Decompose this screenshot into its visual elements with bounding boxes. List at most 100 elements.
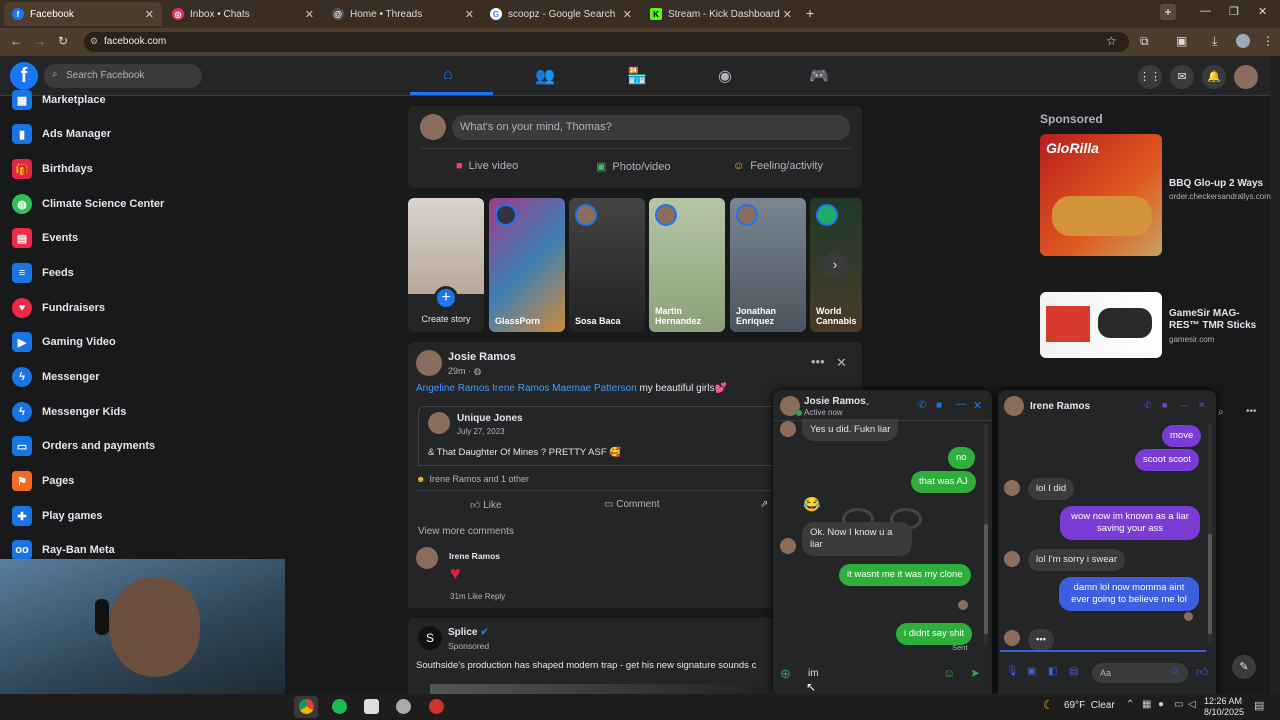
tray-icon[interactable]: ▦ (1142, 699, 1151, 710)
comment-button[interactable]: ▭ Comment (604, 499, 660, 510)
post-author-avatar[interactable] (416, 350, 442, 376)
post2-media[interactable] (430, 684, 770, 694)
site-info-icon[interactable]: ⚙ (90, 36, 98, 47)
add-attachment-icon[interactable]: ⊕ (780, 666, 791, 682)
video-icon[interactable]: ■ (936, 400, 942, 411)
post-author[interactable]: Josie Ramos (448, 351, 516, 363)
volume-icon[interactable]: ◁ (1188, 699, 1196, 710)
tab-facebook[interactable]: f Facebook ✕ (4, 2, 162, 26)
thumbs-up-icon[interactable]: 👍︎ (1196, 665, 1209, 680)
sidebar-item-pages[interactable]: ⚑ Pages (12, 466, 74, 496)
spotify-icon[interactable] (332, 699, 347, 714)
ad-title[interactable]: GameSir MAG-RES™ TMR Sticks (1169, 308, 1269, 332)
chat-scrollbar[interactable] (984, 424, 988, 644)
phone-icon[interactable]: ✆ (1144, 400, 1152, 411)
home-icon[interactable]: ⌂ (443, 66, 453, 84)
tagged-people[interactable]: Angeline Ramos Irene Ramos Maemae Patter… (416, 383, 637, 394)
chat-scrollbar[interactable] (1208, 424, 1212, 644)
tab-google[interactable]: G scoopz - Google Search ✕ (482, 2, 640, 26)
mic-icon[interactable]: 🎙︎ (1006, 666, 1019, 677)
close-icon[interactable]: ✕ (783, 8, 792, 21)
sidebar-item-fundraisers[interactable]: ♥ Fundraisers (12, 293, 105, 323)
feeling-button[interactable]: ☺ Feeling/activity (733, 160, 823, 172)
obs-icon[interactable] (429, 699, 444, 714)
emoji-icon[interactable]: ☺ (1170, 666, 1180, 677)
groups-icon[interactable]: ◉ (718, 66, 732, 86)
search-icon[interactable]: ⌕ (1218, 407, 1224, 418)
live-video-button[interactable]: ■ Live video (456, 160, 518, 172)
comment-author[interactable]: Irene Ramos (449, 551, 500, 561)
sidebar-item-orders[interactable]: ▭ Orders and payments (12, 431, 155, 461)
phone-icon[interactable]: ✆ (918, 400, 926, 411)
clock-date[interactable]: 8/10/2025 (1204, 707, 1244, 717)
chrome-icon[interactable] (299, 699, 314, 714)
chat-avatar[interactable] (1004, 396, 1024, 416)
reload-icon[interactable]: ↻ (58, 34, 68, 48)
sidebar-item-feeds[interactable]: ≡ Feeds (12, 258, 74, 288)
view-more-comments[interactable]: View more comments (418, 526, 514, 537)
friends-icon[interactable]: 👥 (535, 66, 555, 86)
emoji-icon[interactable]: ☺ (943, 666, 955, 680)
more-options-icon[interactable]: ••• (811, 354, 825, 369)
profile-avatar[interactable] (1236, 34, 1250, 48)
reactions-summary[interactable]: ☻ Irene Ramos and 1 other (416, 474, 529, 484)
ad-title[interactable]: BBQ Glo-up 2 Ways (1169, 178, 1269, 189)
sticker-icon[interactable]: ◧ (1048, 666, 1057, 677)
menu-grid-icon[interactable]: ⋮⋮ (1138, 65, 1162, 89)
video-icon[interactable]: ■ (1162, 400, 1167, 410)
download-icon[interactable]: ⤓ (1212, 34, 1217, 49)
stories-next-button[interactable]: › (822, 252, 848, 278)
photo-video-button[interactable]: ▣ Photo/video (596, 160, 671, 174)
forward-icon[interactable]: → (34, 34, 46, 48)
sidebar-item-messenger[interactable]: ϟ Messenger (12, 362, 99, 392)
story-card[interactable]: Martin Hernandez (649, 198, 725, 332)
app-icon[interactable] (396, 699, 411, 714)
close-icon[interactable]: ✕ (465, 8, 474, 21)
ad-image-gamesir[interactable] (1040, 292, 1162, 358)
sidebar-item-birthdays[interactable]: 🎁 Birthdays (12, 154, 93, 184)
scroll-thumb[interactable] (984, 524, 988, 634)
story-create[interactable]: + Create story (408, 198, 484, 332)
tab-kick[interactable]: K Stream - Kick Dashboard ✕ (642, 2, 800, 26)
scroll-thumb[interactable] (1208, 534, 1212, 634)
new-message-icon[interactable]: ✎ (1232, 655, 1256, 679)
weather-text[interactable]: 69°F Clear (1064, 700, 1115, 711)
new-tab-icon[interactable]: + (806, 5, 814, 21)
post2-author[interactable]: Splice ✔ (448, 627, 489, 638)
close-icon[interactable]: ✕ (836, 355, 847, 371)
post-time[interactable]: 29m · ◍ (448, 366, 481, 377)
sidebar-item-climate[interactable]: ◍ Climate Science Center (12, 189, 164, 219)
like-button[interactable]: 👍︎ Like (470, 499, 502, 511)
restore-icon[interactable]: ❐ (1229, 5, 1239, 18)
bookmark-star-icon[interactable]: ☆ (1106, 34, 1117, 48)
page-scrollbar[interactable] (1270, 56, 1280, 694)
chat-message-input[interactable]: im (800, 664, 940, 684)
tab-instagram[interactable]: ◎ Inbox • Chats ✕ (164, 2, 322, 26)
tab-search-icon[interactable]: + (1160, 4, 1176, 20)
minimize-chat-icon[interactable]: — (956, 399, 966, 410)
chevron-down-icon[interactable]: ⌄ (864, 398, 871, 407)
app-icon[interactable] (364, 699, 379, 714)
url-field[interactable]: facebook.com (84, 32, 1129, 52)
comment-reply[interactable]: Reply (485, 592, 505, 601)
menu-icon[interactable]: ⋮ (1262, 34, 1274, 48)
marketplace-nav-icon[interactable]: 🏪 (627, 66, 647, 86)
send-icon[interactable]: ➤ (970, 666, 980, 680)
close-chat-icon[interactable]: ✕ (1198, 400, 1206, 411)
sidebar-item-messenger-kids[interactable]: ϟ Messenger Kids (12, 397, 126, 427)
sidebar-item-gaming-video[interactable]: ▶ Gaming Video (12, 327, 116, 357)
tray-chevron-icon[interactable]: ⌃ (1126, 699, 1134, 710)
commenter-avatar[interactable] (416, 547, 438, 569)
close-icon[interactable]: ✕ (145, 8, 154, 21)
sidebar-item-events[interactable]: ▤ Events (12, 223, 78, 253)
close-icon[interactable]: ✕ (623, 8, 632, 21)
notification-center-icon[interactable]: ▤ (1254, 699, 1264, 712)
ad-image-checkers[interactable]: GloRilla (1040, 134, 1162, 256)
splice-logo[interactable]: S (418, 626, 442, 650)
comment-like[interactable]: Like (468, 592, 483, 601)
chat-name[interactable]: Irene Ramos (1030, 401, 1090, 412)
photo-icon[interactable]: ▣ (1027, 666, 1036, 677)
sidebar-item-marketplace[interactable]: ▦ Marketplace (12, 85, 106, 115)
minimize-icon[interactable]: — (1200, 5, 1211, 17)
close-window-icon[interactable]: ✕ (1258, 5, 1267, 18)
